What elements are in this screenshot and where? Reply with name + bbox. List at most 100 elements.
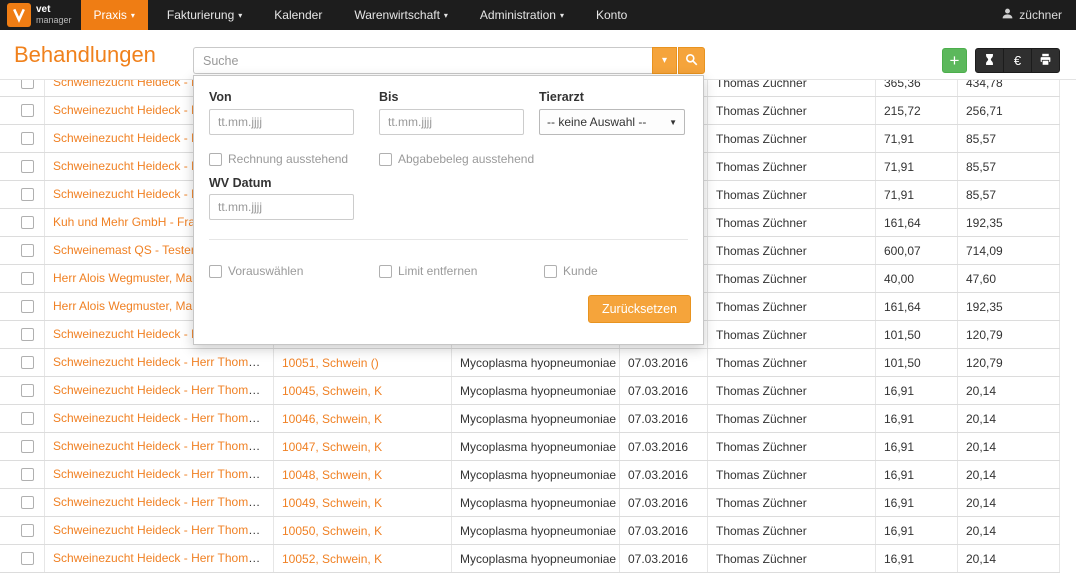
nav-item-konto[interactable]: Konto <box>583 0 640 30</box>
search-options-button[interactable]: ▾ <box>652 47 677 74</box>
row-checkbox-cell <box>0 237 45 264</box>
nav-item-kalender[interactable]: Kalender <box>261 0 335 30</box>
search-input[interactable] <box>193 47 652 74</box>
checkbox-icon <box>379 265 392 278</box>
animal-cell: 10045, Schwein, K <box>274 377 452 404</box>
date-text: 07.03.2016 <box>620 461 708 488</box>
row-checkbox-cell <box>0 125 45 152</box>
vet-text: Thomas Züchner <box>708 153 876 180</box>
tierarzt-select[interactable]: -- keine Auswahl -- ▼ <box>539 109 685 135</box>
search-icon <box>685 53 698 69</box>
animal-link[interactable]: 10046, Schwein, K <box>282 412 382 426</box>
animal-link[interactable]: 10047, Schwein, K <box>282 440 382 454</box>
bis-date-input[interactable] <box>379 109 524 135</box>
animal-cell: 10052, Schwein, K <box>274 545 452 572</box>
customer-link[interactable]: Schweinezucht Heideck - Herr Thomas Züch… <box>53 523 274 537</box>
scrollbar[interactable] <box>1060 30 1076 550</box>
checkbox-abgabebeleg-ausstehend[interactable]: Abgabebeleg ausstehend <box>379 152 534 166</box>
reset-button[interactable]: Zurücksetzen <box>588 295 691 323</box>
app-logo[interactable]: vet manager <box>0 0 81 30</box>
row-checkbox[interactable] <box>21 160 34 173</box>
animal-link[interactable]: 10050, Schwein, K <box>282 524 382 538</box>
animal-link[interactable]: 10045, Schwein, K <box>282 384 382 398</box>
nav-menu: Praxis▾ Fakturierung▾ Kalender Warenwirt… <box>81 0 647 30</box>
row-checkbox[interactable] <box>21 552 34 565</box>
table-row[interactable]: Schweinezucht Heideck - Herr Thomas Züch… <box>0 377 1060 405</box>
gross-amount: 20,14 <box>958 545 1060 572</box>
gross-amount: 20,14 <box>958 405 1060 432</box>
add-treatment-button[interactable]: + <box>942 48 967 73</box>
row-checkbox[interactable] <box>21 300 34 313</box>
search-button[interactable] <box>678 47 705 74</box>
table-row[interactable]: Schweinezucht Heideck - Herr Thomas Züch… <box>0 489 1060 517</box>
animal-link[interactable]: 10052, Schwein, K <box>282 552 382 566</box>
gross-amount: 20,14 <box>958 377 1060 404</box>
print-button[interactable] <box>1031 48 1060 73</box>
vet-text: Thomas Züchner <box>708 405 876 432</box>
net-amount: 16,91 <box>876 405 958 432</box>
table-row[interactable]: Schweinezucht Heideck - Herr Thomas Züch… <box>0 517 1060 545</box>
row-checkbox[interactable] <box>21 244 34 257</box>
brand-text: vet manager <box>36 5 72 25</box>
row-checkbox[interactable] <box>21 272 34 285</box>
row-checkbox[interactable] <box>21 104 34 117</box>
animal-link[interactable]: 10048, Schwein, K <box>282 468 382 482</box>
animal-cell: 10051, Schwein () <box>274 349 452 376</box>
table-row[interactable]: Schweinezucht Heideck - Herr Thomas Züch… <box>0 433 1060 461</box>
row-checkbox[interactable] <box>21 496 34 509</box>
vet-text: Thomas Züchner <box>708 265 876 292</box>
nav-item-fakturierung[interactable]: Fakturierung▾ <box>154 0 255 30</box>
gross-amount: 20,14 <box>958 461 1060 488</box>
row-checkbox[interactable] <box>21 132 34 145</box>
table-row[interactable]: Schweinezucht Heideck - Herr Thomas Züch… <box>0 461 1060 489</box>
vet-text: Thomas Züchner <box>708 181 876 208</box>
date-text: 07.03.2016 <box>620 517 708 544</box>
hourglass-button[interactable] <box>975 48 1004 73</box>
checkbox-limit-entfernen[interactable]: Limit entfernen <box>379 264 477 278</box>
row-checkbox-cell <box>0 209 45 236</box>
net-amount: 161,64 <box>876 293 958 320</box>
diagnosis-text: Mycoplasma hyopneumoniae <box>452 545 620 572</box>
table-row[interactable]: Schweinezucht Heideck - Herr Thomas Züch… <box>0 405 1060 433</box>
customer-link[interactable]: Schweinezucht Heideck - Herr Thomas Züch… <box>53 439 274 453</box>
billing-button[interactable]: € <box>1003 48 1032 73</box>
row-checkbox[interactable] <box>21 524 34 537</box>
row-checkbox[interactable] <box>21 440 34 453</box>
customer-link[interactable]: Schweinezucht Heideck - Herr Thomas Züch… <box>53 467 274 481</box>
von-date-input[interactable] <box>209 109 354 135</box>
row-checkbox[interactable] <box>21 468 34 481</box>
nav-label: Praxis <box>94 8 127 22</box>
customer-link[interactable]: Schweinezucht Heideck - Herr Thomas Züch… <box>53 383 274 397</box>
row-checkbox[interactable] <box>21 188 34 201</box>
diagnosis-text: Mycoplasma hyopneumoniae <box>452 489 620 516</box>
table-row[interactable]: Schweinezucht Heideck - Herr Thomas Züch… <box>0 545 1060 573</box>
checkbox-vorauswaehlen[interactable]: Vorauswählen <box>209 264 303 278</box>
customer-link[interactable]: Schweinezucht Heideck - Herr Thomas Züch… <box>53 495 274 509</box>
customer-link[interactable]: Schweinezucht Heideck - Herr Thomas Züch… <box>53 355 274 369</box>
row-checkbox[interactable] <box>21 412 34 425</box>
animal-link[interactable]: 10049, Schwein, K <box>282 496 382 510</box>
nav-item-warenwirtschaft[interactable]: Warenwirtschaft▾ <box>341 0 461 30</box>
row-checkbox[interactable] <box>21 328 34 341</box>
nav-item-praxis[interactable]: Praxis▾ <box>81 0 148 30</box>
nav-item-administration[interactable]: Administration▾ <box>467 0 577 30</box>
wv-datum-input[interactable] <box>209 194 354 220</box>
checkbox-rechnung-ausstehend[interactable]: Rechnung ausstehend <box>209 152 348 166</box>
user-icon <box>1001 7 1014 23</box>
row-checkbox-cell <box>0 517 45 544</box>
checkbox-label: Limit entfernen <box>398 264 477 278</box>
customer-link[interactable]: Schweinezucht Heideck - Herr Thomas Züch… <box>53 411 274 425</box>
user-menu[interactable]: züchner <box>1001 0 1076 30</box>
row-checkbox[interactable] <box>21 384 34 397</box>
animal-link[interactable]: 10051, Schwein () <box>282 356 379 370</box>
row-checkbox[interactable] <box>21 216 34 229</box>
customer-link[interactable]: Schweinezucht Heideck - Herr Thomas Züch… <box>53 551 274 565</box>
table-row[interactable]: Schweinezucht Heideck - Herr Thomas Züch… <box>0 349 1060 377</box>
checkbox-kunde[interactable]: Kunde <box>544 264 598 278</box>
nav-label: Administration <box>480 8 556 22</box>
gross-amount: 256,71 <box>958 97 1060 124</box>
animal-cell: 10047, Schwein, K <box>274 433 452 460</box>
customer-cell: Schweinezucht Heideck - Herr Thomas Züch… <box>45 489 274 516</box>
date-text: 07.03.2016 <box>620 405 708 432</box>
row-checkbox[interactable] <box>21 356 34 369</box>
